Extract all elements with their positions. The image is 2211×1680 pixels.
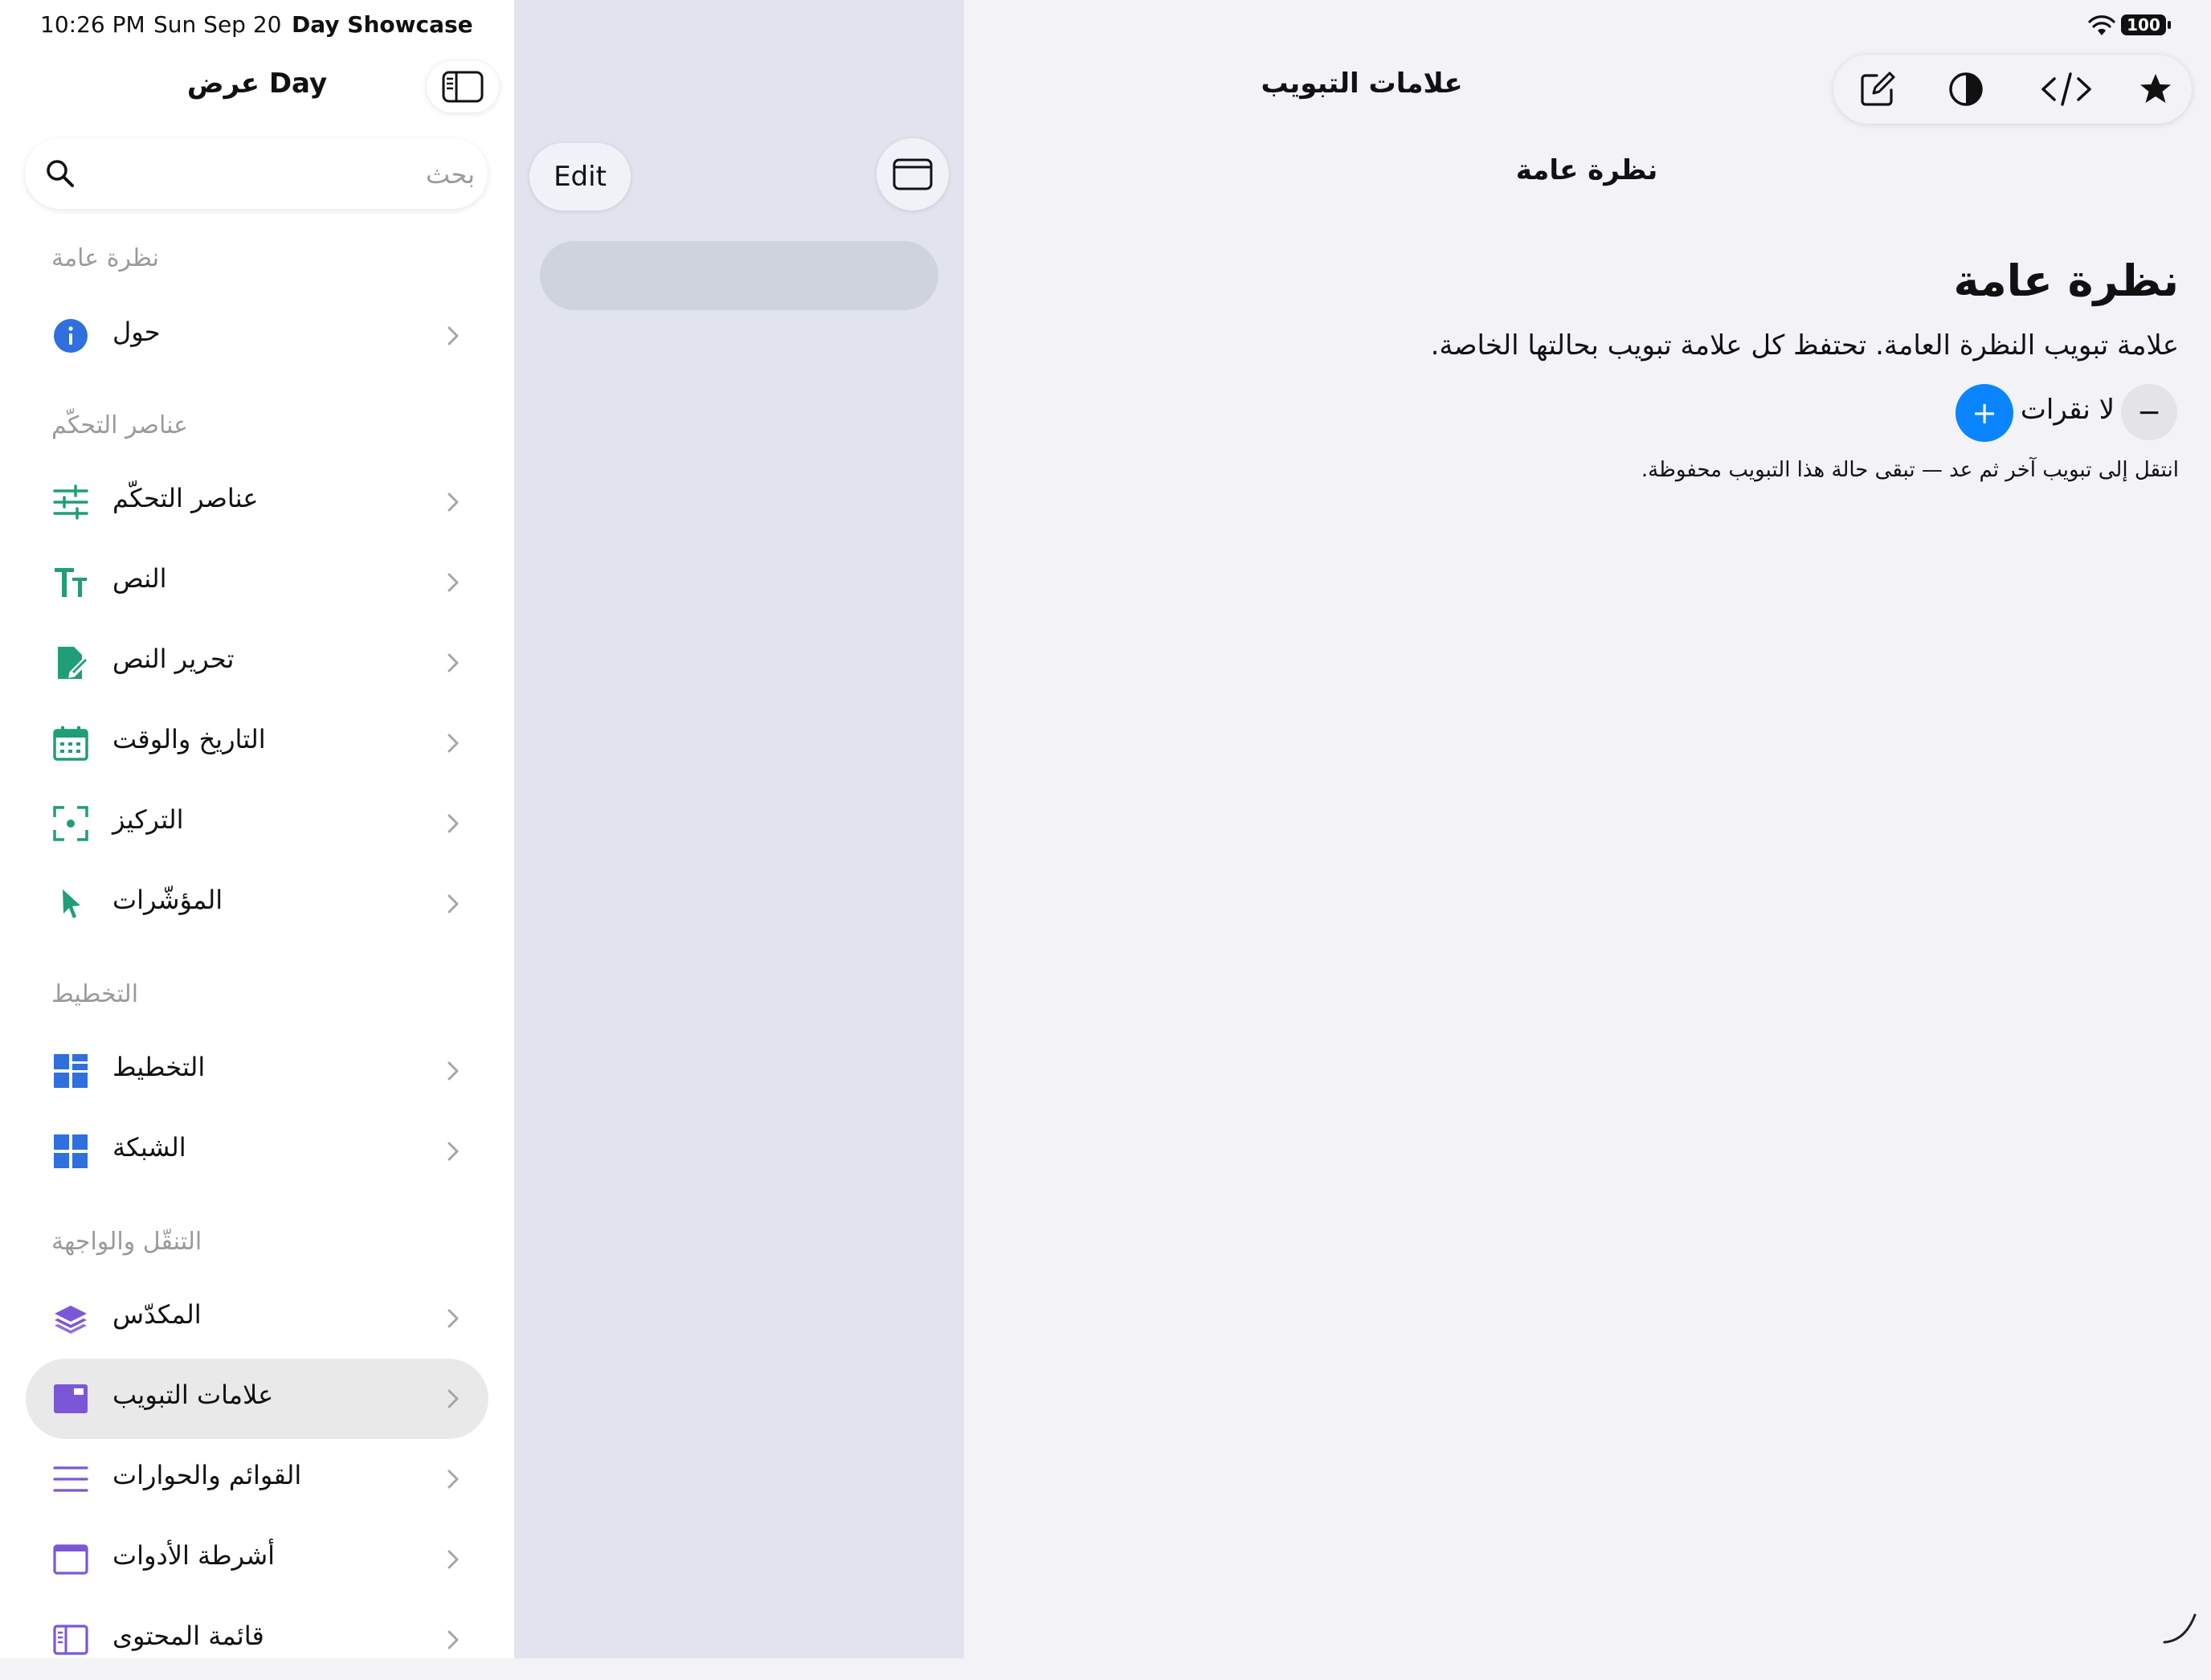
search-field[interactable]	[25, 138, 488, 209]
sidebar-item-label: المكدّس	[112, 1299, 202, 1330]
wifi-icon	[2088, 15, 2115, 35]
sidebar-item-label: تحرير النص	[112, 644, 235, 674]
sidebar-item-content-list[interactable]: قائمة المحتوى	[26, 1600, 488, 1680]
layout-icon	[54, 1054, 88, 1088]
chevron-right-icon	[448, 653, 459, 672]
search-input[interactable]	[88, 153, 476, 196]
sidebar-item-focus[interactable]: التركيز	[26, 783, 488, 864]
content-heading: نظرة عامة	[1953, 255, 2180, 306]
chevron-right-icon	[448, 1389, 459, 1408]
loading-placeholder	[540, 241, 938, 310]
contrast-icon	[1949, 72, 1983, 106]
appearance-button[interactable]	[1946, 69, 1986, 109]
sidebar: 10:26 PM Sun Sep 20 Day Showcase عرض Day…	[0, 0, 514, 1658]
code-icon	[2041, 72, 2091, 106]
chevron-right-icon	[448, 1550, 459, 1569]
sidebar-item-tabs[interactable]: علامات التبويب	[26, 1359, 488, 1439]
status-app-name: Day Showcase	[292, 11, 473, 38]
section-label-overview: نظرة عامة	[51, 244, 159, 272]
window-button[interactable]	[877, 138, 949, 211]
search-icon	[47, 160, 74, 187]
compose-button[interactable]	[1857, 69, 1898, 109]
compose-icon	[1861, 72, 1895, 106]
sidebar-list-icon	[53, 1625, 88, 1655]
sidebar-item-label: قائمة المحتوى	[112, 1621, 264, 1651]
focus-icon	[53, 806, 88, 841]
document-edit-icon	[58, 647, 88, 679]
sidebar-item-label: النص	[112, 563, 167, 594]
content-description: علامة تبويب النظرة العامة. تحتفظ كل علام…	[1430, 329, 2179, 362]
chevron-right-icon	[448, 1309, 459, 1328]
chevron-right-icon	[448, 1142, 459, 1161]
section-label-layout: التخطيط	[51, 980, 139, 1008]
detail-title: علامات التبويب	[1261, 67, 1463, 100]
sidebar-item-menus-dialogs[interactable]: القوائم والحوارات	[26, 1439, 488, 1519]
chevron-right-icon	[448, 326, 459, 345]
star-icon	[2140, 74, 2171, 103]
sidebar-item-label: التركيز	[112, 804, 184, 835]
sidebar-item-grid[interactable]: الشبكة	[26, 1111, 488, 1192]
sidebar-item-label: عناصر التحكّم	[112, 483, 259, 513]
sidebar-item-label: المؤشّرات	[112, 885, 223, 915]
sidebar-item-label: التاريخ والوقت	[112, 724, 266, 754]
pointer-icon	[63, 889, 80, 918]
chevron-right-icon	[448, 814, 459, 833]
sliders-icon	[53, 484, 88, 520]
sidebar-item-label: علامات التبويب	[112, 1380, 274, 1410]
tabs-icon	[54, 1384, 88, 1413]
window-icon	[893, 158, 933, 190]
sidebar-item-label: أشرطة الأدوات	[112, 1540, 276, 1571]
sidebar-item-controls[interactable]: عناصر التحكّم	[26, 462, 488, 542]
section-label-navigation: التنقّل والواجهة	[51, 1228, 202, 1256]
sidebar-item-stack[interactable]: المكدّس	[26, 1278, 488, 1359]
sidebar-item-pointers[interactable]: المؤشّرات	[26, 864, 488, 944]
calendar-icon	[53, 726, 88, 761]
sidebar-item-label: التخطيط	[112, 1052, 206, 1082]
decrement-button[interactable]: −	[2121, 384, 2177, 440]
status-time: 10:26 PM	[40, 11, 145, 38]
sidebar-item-date-time[interactable]: التاريخ والوقت	[26, 703, 488, 783]
sidebar-item-text[interactable]: النص	[26, 542, 488, 623]
text-size-icon	[55, 568, 87, 597]
toolbar-window-icon	[53, 1544, 88, 1575]
detail-pane	[964, 0, 2211, 1658]
sidebar-item-layout[interactable]: التخطيط	[26, 1031, 488, 1111]
chevron-right-icon	[448, 1469, 459, 1489]
status-date: Sun Sep 20	[153, 11, 282, 38]
favorite-button[interactable]	[2135, 69, 2176, 109]
increment-button[interactable]: +	[1956, 384, 2013, 442]
sidebar-toggle-button[interactable]	[427, 61, 499, 112]
stack-icon	[55, 1306, 87, 1334]
info-icon	[54, 319, 88, 353]
sidebar-item-label: الشبكة	[112, 1132, 186, 1163]
battery-cap	[2168, 21, 2171, 29]
battery-level: 100	[2127, 15, 2160, 35]
sidebar-item-toolbars[interactable]: أشرطة الأدوات	[26, 1519, 488, 1600]
sidebar-title: عرض Day	[186, 67, 328, 100]
resize-handle-icon[interactable]	[2161, 1608, 2198, 1645]
chevron-right-icon	[448, 1061, 459, 1081]
sidebar-item-text-editing[interactable]: تحرير النص	[26, 623, 488, 703]
sidebar-item-label: القوائم والحوارات	[112, 1460, 302, 1490]
sidebar-item-label: حول	[112, 317, 161, 347]
grid-icon	[54, 1134, 88, 1168]
code-button[interactable]	[2038, 69, 2095, 109]
sidebar-toggle-icon	[442, 71, 484, 103]
chevron-right-icon	[448, 493, 459, 512]
chevron-right-icon	[448, 734, 459, 753]
chevron-right-icon	[448, 573, 459, 592]
sidebar-item-about[interactable]: حول	[26, 296, 488, 376]
hint-text: انتقل إلى تبويب آخر ثم عد — تبقى حالة هذ…	[1641, 458, 2179, 482]
battery-icon: 100	[2121, 14, 2166, 35]
edit-button[interactable]: Edit	[529, 143, 631, 211]
chevron-right-icon	[448, 894, 459, 914]
section-label-controls: عناصر التحكّم	[51, 411, 189, 439]
nav-title: نظرة عامة	[1515, 154, 1658, 186]
menu-lines-icon	[53, 1466, 88, 1492]
toolbar	[1833, 55, 2192, 124]
chevron-right-icon	[448, 1630, 459, 1649]
